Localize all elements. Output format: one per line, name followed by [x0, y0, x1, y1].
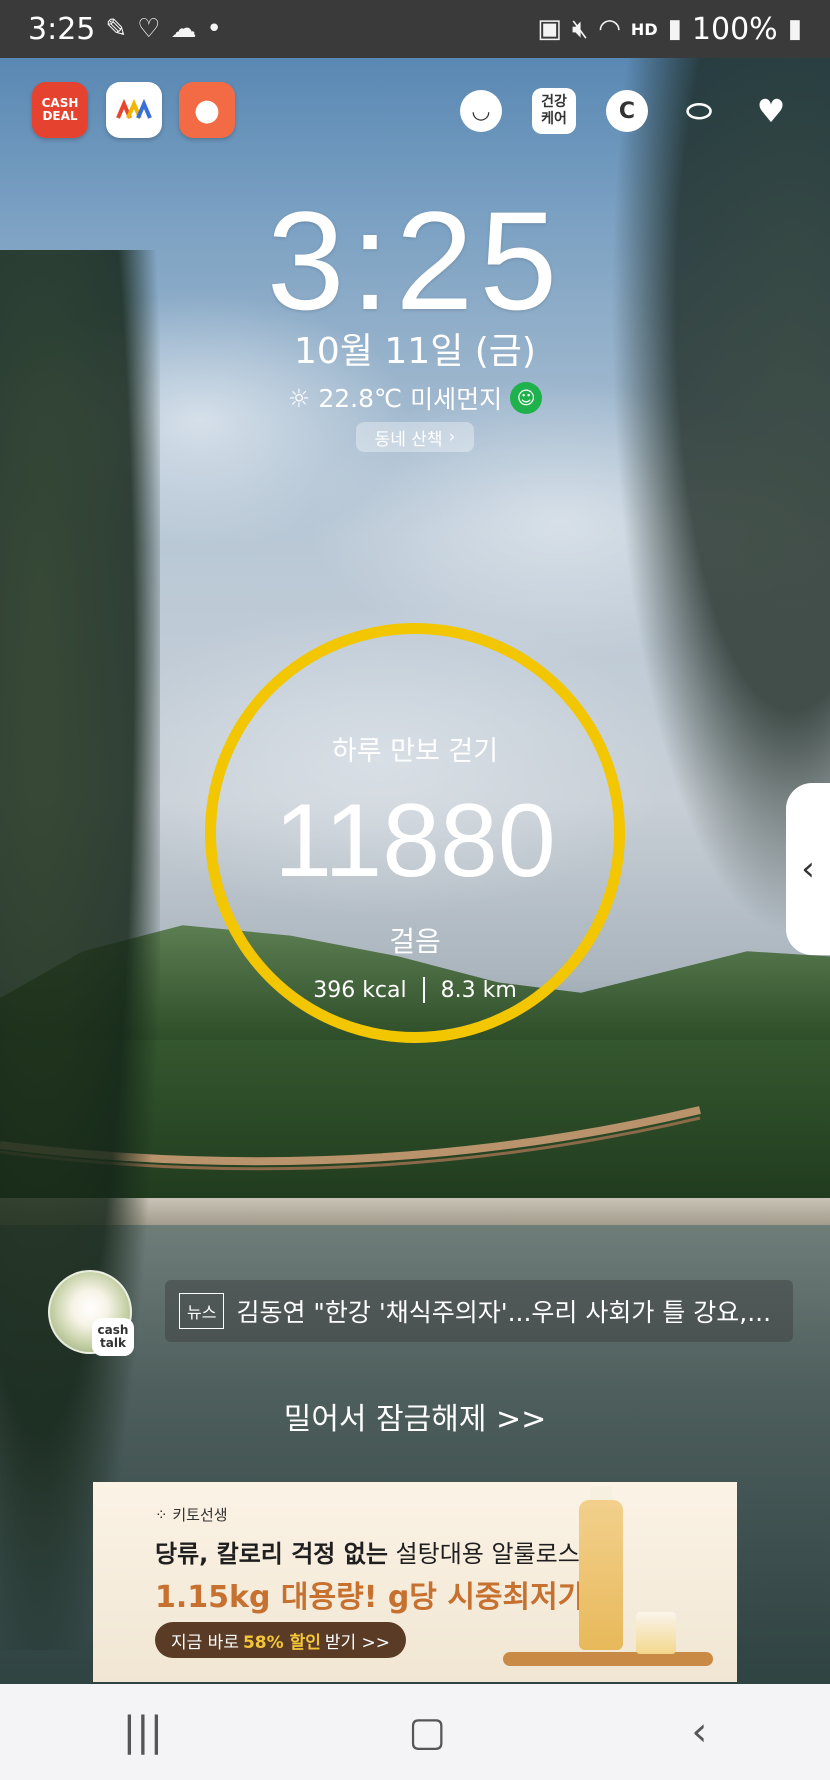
battery-icon: ▮ [787, 14, 802, 44]
ad-cta-highlight: 58% 할인 [242, 1632, 321, 1653]
pill-icon[interactable]: ⬭ [678, 90, 720, 132]
notification-pen-icon: ✎ [105, 14, 128, 44]
home-button[interactable]: ▢ [408, 1709, 446, 1755]
ad-brand: ⁘ 키토선생 [155, 1506, 228, 1524]
navigation-bar: ||| ▢ ‹ [0, 1684, 830, 1780]
paw-icon: ● [193, 92, 221, 128]
chevron-left-icon: ‹ [801, 849, 815, 889]
hd-voice-icon: HD [630, 19, 658, 39]
ad-banner[interactable]: ⁘ 키토선생 당류, 칼로리 걱정 없는 설탕대용 알룰로스! 1.15kg 대… [93, 1482, 737, 1682]
more-notifications-dot-icon: • [206, 14, 222, 44]
ad-cutting-board [503, 1652, 713, 1666]
coin-c-icon[interactable]: C [606, 90, 648, 132]
heart-lock-icon[interactable]: ♥ [750, 90, 792, 132]
signal-icon: ▮ [667, 14, 682, 44]
ad-glass [636, 1612, 676, 1654]
ad-cta-suffix: 받기 >> [324, 1632, 391, 1653]
cashtalk-badge: cash talk [92, 1318, 134, 1356]
good-air-face-icon: ☺ [510, 382, 543, 414]
news-tag: 뉴스 [179, 1293, 225, 1329]
step-goal-title: 하루 만보 걷기 [331, 736, 499, 767]
ad-headline-rest: 설탕대용 알룰로스! [387, 1540, 590, 1568]
weather-row: ☼ 22.8℃ 미세먼지 ☺ [0, 380, 830, 416]
step-count: 11880 [274, 783, 556, 899]
ad-headline: 당류, 칼로리 걱정 없는 설탕대용 알룰로스! [155, 1534, 589, 1569]
ad-subheadline: 1.15kg 대용량! g당 시중최저가! [155, 1580, 600, 1615]
news-headline: 김동연 "한강 '채식주의자'...우리 사회가 틀 강요,... [236, 1298, 772, 1327]
wifi-icon: ◠ [598, 14, 621, 44]
news-ticker[interactable]: 뉴스 김동연 "한강 '채식주의자'...우리 사회가 틀 강요,... [165, 1280, 793, 1342]
notification-heart-icon: ♡ [137, 14, 161, 44]
ad-cta-prefix: 지금 바로 [171, 1632, 239, 1653]
status-time: 3:25 [28, 11, 96, 47]
calories: 396 kcal [313, 977, 407, 1003]
swipe-to-unlock-hint[interactable]: 밀어서 잠금해제 >> [0, 1394, 830, 1438]
stats-divider [422, 977, 425, 1003]
wallpaper-trees-left [0, 250, 160, 1650]
rainbow-app-icon[interactable] [106, 82, 162, 138]
health-care-label-1: 건강 [541, 94, 567, 110]
lock-date: 10월 11일 (금) [294, 331, 536, 372]
cashwalk-app-icon[interactable]: ● [179, 82, 235, 138]
battery-percent: 100% [691, 11, 778, 47]
status-bar: 3:25 ✎ ♡ ☁ • ▣ 🔇︎ ◠ HD ▮ 100% ▮ [0, 0, 830, 58]
ad-syrup-bottle [579, 1500, 623, 1650]
cash-deal-label: CASH DEAL [41, 96, 79, 123]
step-stats: 396 kcal 8.3 km [216, 977, 614, 1003]
ad-cta-button[interactable]: 지금 바로 58% 할인 받기 >> [155, 1622, 407, 1658]
edge-panel-handle[interactable]: ‹ [786, 783, 830, 955]
cash-deal-app-icon[interactable]: CASH DEAL [32, 82, 88, 138]
health-care-label-2: 케어 [541, 111, 567, 127]
nfc-icon: ▣ [537, 14, 562, 44]
recent-apps-button[interactable]: ||| [123, 1709, 163, 1755]
mute-icon: 🔇︎ [571, 13, 589, 44]
step-unit: 걸음 [389, 925, 441, 958]
sun-icon: ☼ [287, 383, 311, 413]
walk-button-label: 동네 산책 [374, 429, 443, 450]
lock-clock: 3:25 [266, 182, 564, 339]
chevron-right-icon: › [448, 427, 456, 447]
temperature: 22.8℃ [318, 383, 403, 413]
notification-chat-icon: ☁ [170, 14, 197, 44]
ad-brand-name: 키토선생 [172, 1506, 228, 1524]
fine-dust-label: 미세먼지 [410, 385, 503, 414]
ad-headline-bold: 당류, 칼로리 걱정 없는 [155, 1540, 388, 1568]
rainbow-logo-icon [116, 98, 152, 119]
distance: 8.3 km [440, 977, 517, 1003]
back-button[interactable]: ‹ [691, 1709, 707, 1755]
eye-mask-icon[interactable]: ◡ [460, 90, 502, 132]
neighborhood-walk-button[interactable]: 동네 산책 › [356, 422, 474, 452]
health-care-shortcut[interactable]: 건강 케어 [532, 88, 576, 134]
step-counter-ring[interactable]: 하루 만보 걷기 11880 걸음 396 kcal 8.3 km [205, 623, 625, 1043]
